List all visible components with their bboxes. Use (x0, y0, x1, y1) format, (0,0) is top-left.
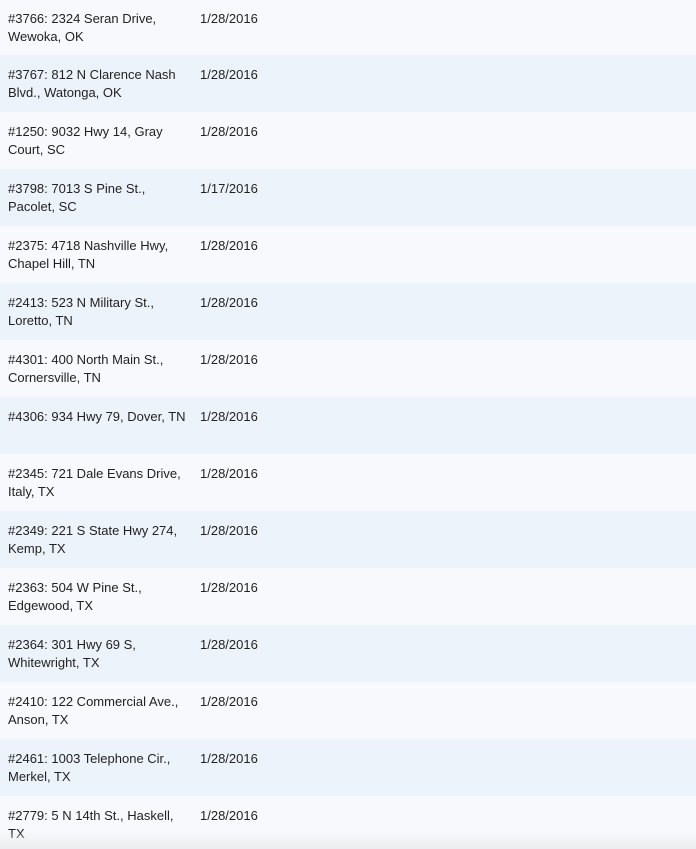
store-address: #1250: 9032 Hwy 14, Gray Court, SC (8, 124, 163, 157)
store-date: 1/28/2016 (200, 124, 258, 139)
store-date: 1/28/2016 (200, 67, 258, 82)
table-row: #2779: 5 N 14th St., Haskell, TX 1/28/20… (0, 796, 696, 849)
store-address: #2410: 122 Commercial Ave., Anson, TX (8, 694, 179, 727)
store-date: 1/28/2016 (200, 238, 258, 253)
store-list: #3766: 2324 Seran Drive, Wewoka, OK 1/28… (0, 0, 696, 849)
store-address: #2779: 5 N 14th St., Haskell, TX (8, 808, 174, 841)
table-row: #3767: 812 N Clarence Nash Blvd., Watong… (0, 55, 696, 112)
table-row: #2375: 4718 Nashville Hwy, Chapel Hill, … (0, 226, 696, 283)
store-address: #2375: 4718 Nashville Hwy, Chapel Hill, … (8, 238, 169, 271)
store-address: #2413: 523 N Military St., Loretto, TN (8, 295, 154, 328)
store-address: #2461: 1003 Telephone Cir., Merkel, TX (8, 751, 171, 784)
table-row: #2413: 523 N Military St., Loretto, TN 1… (0, 283, 696, 340)
store-address: #2363: 504 W Pine St., Edgewood, TX (8, 580, 142, 613)
store-address: #3767: 812 N Clarence Nash Blvd., Watong… (8, 67, 176, 100)
store-date: 1/28/2016 (200, 466, 258, 481)
table-row: #4306: 934 Hwy 79, Dover, TN 1/28/2016 (0, 397, 696, 454)
store-address: #2345: 721 Dale Evans Drive, Italy, TX (8, 466, 181, 499)
store-date: 1/28/2016 (200, 751, 258, 766)
store-address: #3798: 7013 S Pine St., Pacolet, SC (8, 181, 146, 214)
table-row: #2461: 1003 Telephone Cir., Merkel, TX 1… (0, 739, 696, 796)
store-date: 1/28/2016 (200, 11, 258, 26)
table-row: #2410: 122 Commercial Ave., Anson, TX 1/… (0, 682, 696, 739)
store-date: 1/28/2016 (200, 295, 258, 310)
table-row: #3798: 7013 S Pine St., Pacolet, SC 1/17… (0, 169, 696, 226)
store-date: 1/28/2016 (200, 808, 258, 823)
store-date: 1/28/2016 (200, 523, 258, 538)
store-address: #4301: 400 North Main St., Cornersville,… (8, 352, 164, 385)
store-date: 1/28/2016 (200, 409, 258, 424)
table-row: #2345: 721 Dale Evans Drive, Italy, TX 1… (0, 454, 696, 511)
store-date: 1/28/2016 (200, 637, 258, 652)
table-row: #2363: 504 W Pine St., Edgewood, TX 1/28… (0, 568, 696, 625)
store-address: #2364: 301 Hwy 69 S, Whitewright, TX (8, 637, 136, 670)
store-date: 1/28/2016 (200, 580, 258, 595)
table-row: #4301: 400 North Main St., Cornersville,… (0, 340, 696, 397)
table-row: #2364: 301 Hwy 69 S, Whitewright, TX 1/2… (0, 625, 696, 682)
store-date: 1/28/2016 (200, 694, 258, 709)
store-address: #3766: 2324 Seran Drive, Wewoka, OK (8, 11, 157, 44)
table-row: #2349: 221 S State Hwy 274, Kemp, TX 1/2… (0, 511, 696, 568)
table-row: #1250: 9032 Hwy 14, Gray Court, SC 1/28/… (0, 112, 696, 169)
store-address: #4306: 934 Hwy 79, Dover, TN (8, 409, 186, 424)
table-row: #3766: 2324 Seran Drive, Wewoka, OK 1/28… (0, 0, 696, 55)
store-date: 1/17/2016 (200, 181, 258, 196)
store-address: #2349: 221 S State Hwy 274, Kemp, TX (8, 523, 178, 556)
store-date: 1/28/2016 (200, 352, 258, 367)
